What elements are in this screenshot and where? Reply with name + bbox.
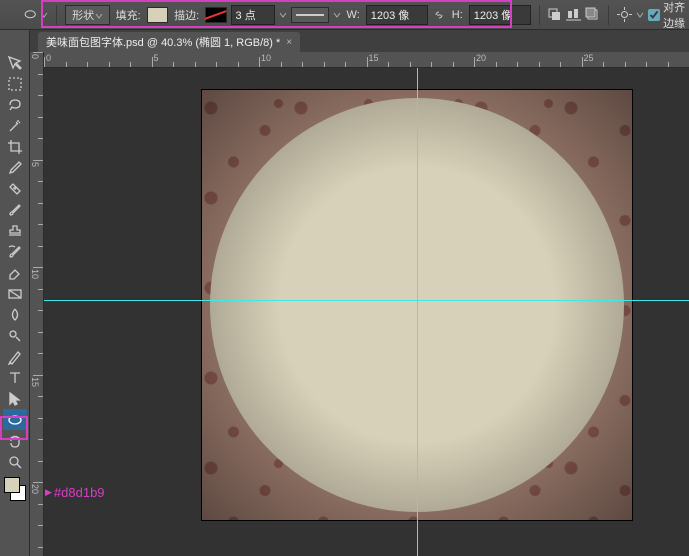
ruler-label: 5 [154, 53, 159, 63]
gradient-tool[interactable] [3, 283, 27, 304]
canvas-area[interactable] [44, 68, 689, 556]
lasso-tool[interactable] [3, 94, 27, 115]
stroke-width-input[interactable] [231, 5, 275, 25]
ruler-label: 0 [46, 53, 51, 63]
ellipse-tool[interactable] [3, 409, 27, 430]
stroke-width-dropdown-icon[interactable] [279, 11, 287, 19]
eraser-tool[interactable] [3, 262, 27, 283]
document-tab-title: 美味面包图字体.psd @ 40.3% (椭圆 1, RGB/8) * [46, 34, 280, 50]
ruler-label: 5 [30, 162, 40, 167]
path-align-icon[interactable] [566, 6, 581, 24]
healing-tool[interactable] [3, 178, 27, 199]
ruler-label: 10 [30, 269, 40, 279]
crop-tool[interactable] [3, 136, 27, 157]
tool-mode-select[interactable]: 形状 [65, 5, 109, 25]
ruler-label: 25 [584, 53, 594, 63]
height-label: H: [450, 9, 465, 21]
path-select-tool[interactable] [3, 388, 27, 409]
ruler-label: 20 [476, 53, 486, 63]
guide-vertical[interactable] [417, 68, 418, 556]
stroke-swatch[interactable] [205, 7, 226, 23]
foreground-color-swatch[interactable] [4, 477, 20, 493]
align-edges-checkbox[interactable]: 对齐边缘 [648, 0, 689, 31]
type-tool[interactable] [3, 367, 27, 388]
link-wh-icon[interactable] [432, 6, 446, 24]
move-tool[interactable] [3, 52, 27, 73]
path-operations-icon[interactable] [547, 6, 562, 24]
blur-tool[interactable] [3, 304, 27, 325]
stamp-tool[interactable] [3, 220, 27, 241]
annotation-color-text: #d8d1b9 [54, 485, 105, 500]
ruler-label: 15 [369, 53, 379, 63]
ruler-vertical[interactable]: 051015202530 [30, 52, 44, 556]
history-brush-tool[interactable] [3, 241, 27, 262]
shape-options-dropdown-icon[interactable] [636, 11, 644, 19]
document-tab-strip: 美味面包图字体.psd @ 40.3% (椭圆 1, RGB/8) * × [30, 30, 689, 52]
pen-tool[interactable] [3, 346, 27, 367]
hand-tool[interactable] [3, 430, 27, 451]
stroke-style-dropdown-icon[interactable] [333, 11, 341, 19]
align-edges-label: 对齐边缘 [663, 0, 689, 31]
guide-horizontal[interactable] [44, 300, 689, 301]
shape-height-input[interactable] [469, 5, 531, 25]
document-tab[interactable]: 美味面包图字体.psd @ 40.3% (椭圆 1, RGB/8) * × [38, 32, 300, 52]
path-arrange-icon[interactable] [585, 6, 600, 24]
fg-bg-color[interactable] [3, 476, 27, 502]
marquee-tool[interactable] [3, 73, 27, 94]
tool-preset-dropdown-icon[interactable] [40, 11, 48, 19]
ruler-horizontal[interactable]: 051015202530 [44, 52, 689, 68]
annotation-color-label: #d8d1b9 [45, 485, 105, 500]
eyedropper-tool[interactable] [3, 157, 27, 178]
toolbox [0, 30, 30, 556]
shape-width-input[interactable] [366, 5, 428, 25]
brush-tool[interactable] [3, 199, 27, 220]
chevron-down-icon [95, 11, 103, 19]
dodge-tool[interactable] [3, 325, 27, 346]
fill-label: 填充: [114, 7, 143, 23]
divider [56, 5, 57, 25]
options-bar: 形状 填充: 描边: W: H: 对齐边缘 [0, 0, 689, 30]
stroke-label: 描边: [172, 7, 201, 23]
ruler-label: 0 [30, 54, 40, 59]
divider [608, 5, 609, 25]
ruler-label: 20 [30, 484, 40, 494]
align-edges-input[interactable] [648, 9, 660, 21]
fill-swatch[interactable] [147, 7, 168, 23]
ellipse-shape-icon [24, 6, 36, 24]
ruler-label: 15 [30, 377, 40, 387]
wand-tool[interactable] [3, 115, 27, 136]
divider [539, 5, 540, 25]
width-label: W: [345, 9, 362, 21]
close-tab-icon[interactable]: × [286, 37, 292, 48]
tool-mode-label: 形状 [72, 7, 94, 23]
ruler-label: 10 [261, 53, 271, 63]
zoom-tool[interactable] [3, 451, 27, 472]
stroke-style-select[interactable] [291, 7, 329, 23]
shape-options-gear-icon[interactable] [617, 6, 632, 24]
